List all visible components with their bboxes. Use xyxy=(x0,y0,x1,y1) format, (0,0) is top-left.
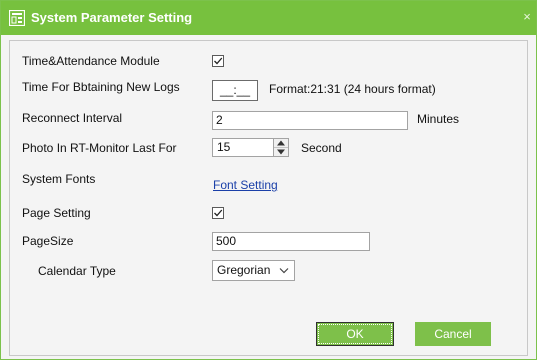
title-bar[interactable]: System Parameter Setting × xyxy=(1,1,536,35)
cancel-button[interactable]: Cancel xyxy=(415,322,491,346)
decrement-arrow-icon[interactable] xyxy=(274,148,288,156)
new-logs-label: Time For Bbtaining New Logs xyxy=(22,80,180,94)
calendar-type-label: Calendar Type xyxy=(38,264,116,278)
reconnect-unit-label: Minutes xyxy=(417,112,460,126)
system-fonts-label: System Fonts xyxy=(22,172,96,186)
system-parameter-dialog: System Parameter Setting × Time&Attendan… xyxy=(0,0,537,360)
photo-duration-stepper[interactable]: 15 xyxy=(212,138,289,157)
checkmark-icon xyxy=(214,57,223,65)
chevron-down-icon xyxy=(279,268,289,274)
page-size-input[interactable]: 500 xyxy=(212,232,370,251)
ok-button[interactable]: OK xyxy=(316,322,394,346)
page-setting-checkbox[interactable] xyxy=(212,207,224,219)
reconnect-interval-input[interactable]: 2 xyxy=(212,111,408,130)
photo-unit-label: Second xyxy=(301,141,342,155)
increment-arrow-icon[interactable] xyxy=(274,139,288,148)
page-size-label: PageSize xyxy=(22,234,74,248)
photo-duration-label: Photo In RT-Monitor Last For xyxy=(22,141,177,155)
window-title: System Parameter Setting xyxy=(31,10,193,25)
page-setting-label: Page Setting xyxy=(22,206,91,220)
time-format-hint: Format:21:31 (24 hours format) xyxy=(269,82,436,96)
settings-window-icon xyxy=(8,9,26,27)
calendar-type-select[interactable]: Gregorian xyxy=(212,260,295,281)
ta-module-checkbox[interactable] xyxy=(212,55,224,67)
stepper-buttons xyxy=(273,139,288,156)
font-setting-link[interactable]: Font Setting xyxy=(213,178,278,192)
calendar-type-value: Gregorian xyxy=(217,263,271,277)
focus-ring xyxy=(318,324,392,344)
close-icon[interactable]: × xyxy=(521,10,533,24)
reconnect-interval-label: Reconnect Interval xyxy=(22,111,123,125)
new-logs-time-input[interactable]: __:__ xyxy=(212,80,258,101)
checkmark-icon xyxy=(214,209,223,217)
cancel-button-label: Cancel xyxy=(434,327,472,341)
ta-module-label: Time&Attendance Module xyxy=(22,54,160,68)
photo-duration-value: 15 xyxy=(217,140,231,154)
